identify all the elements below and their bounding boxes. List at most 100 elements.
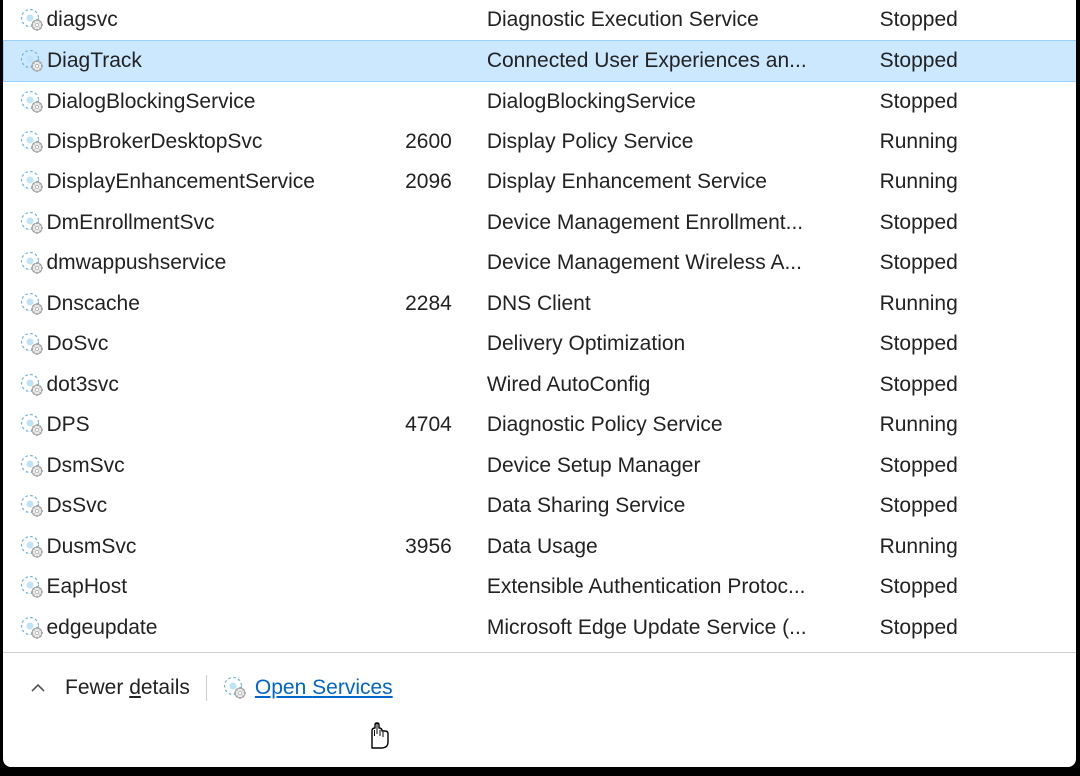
services-table: diagsvcDiagnostic Execution ServiceStopp… xyxy=(3,0,1076,648)
service-description: Delivery Optimization xyxy=(482,324,875,365)
service-pid xyxy=(366,0,482,41)
service-description: Device Management Wireless A... xyxy=(482,243,875,284)
service-name: dmwappushservice xyxy=(47,251,227,275)
table-row[interactable]: DsmSvcDevice Setup ManagerStopped xyxy=(4,446,1077,487)
service-name: edgeupdate xyxy=(47,616,158,640)
service-gear-icon xyxy=(20,373,44,397)
service-gear-icon xyxy=(20,211,44,235)
service-pid: 4704 xyxy=(366,405,482,446)
service-gear-icon xyxy=(223,676,247,700)
task-manager-services-panel: diagsvcDiagnostic Execution ServiceStopp… xyxy=(3,0,1076,767)
service-name: DPS xyxy=(47,413,90,437)
service-status: Stopped xyxy=(875,41,1076,82)
service-gear-icon xyxy=(20,130,44,154)
service-gear-icon xyxy=(20,332,44,356)
service-pid: 2096 xyxy=(366,162,482,203)
text: Open xyxy=(255,676,312,699)
table-row[interactable]: DispBrokerDesktopSvc 2600Display Policy S… xyxy=(4,122,1077,163)
service-name: diagsvc xyxy=(47,8,118,32)
divider xyxy=(206,675,207,701)
service-name-cell: DialogBlockingService xyxy=(4,81,367,122)
service-gear-icon xyxy=(20,49,44,73)
service-gear-icon xyxy=(20,535,44,559)
chevron-up-icon[interactable] xyxy=(27,677,49,699)
table-row[interactable]: dot3svc Wired AutoConfigStopped xyxy=(4,365,1077,406)
service-status: Stopped xyxy=(875,81,1076,122)
service-status: Running xyxy=(875,162,1076,203)
service-name-cell: DoSvc xyxy=(4,324,367,365)
table-row[interactable]: DisplayEnhancementService 2096Display Enh… xyxy=(4,162,1077,203)
table-row[interactable]: DsSvc Data Sharing ServiceStopped xyxy=(4,486,1077,527)
service-status: Running xyxy=(875,527,1076,568)
table-row[interactable]: DPS 4704Diagnostic Policy ServiceRunning xyxy=(4,405,1077,446)
table-row[interactable]: Dnscache 2284DNS ClientRunning xyxy=(4,284,1077,325)
service-name-cell: DiagTrack xyxy=(4,41,367,82)
service-description: Display Policy Service xyxy=(482,122,875,163)
service-name: dot3svc xyxy=(47,373,119,397)
service-status: Stopped xyxy=(875,203,1076,244)
table-row[interactable]: dmwappushservice Device Management Wirele… xyxy=(4,243,1077,284)
service-name-cell: DPS xyxy=(4,405,367,446)
service-name-cell: Dnscache xyxy=(4,284,367,325)
service-status: Stopped xyxy=(875,365,1076,406)
service-status: Stopped xyxy=(875,0,1076,41)
service-name-cell: EapHost xyxy=(4,567,367,608)
service-gear-icon xyxy=(20,454,44,478)
service-gear-icon xyxy=(20,170,44,194)
table-row[interactable]: edgeupdate Microsoft Edge Update Service … xyxy=(4,608,1077,649)
table-row[interactable]: diagsvc Diagnostic Execution ServiceStopp… xyxy=(4,0,1077,41)
service-name: DoSvc xyxy=(47,332,109,356)
fewer-details-button[interactable]: Fewer details xyxy=(65,676,190,700)
service-description: Connected User Experiences an... xyxy=(482,41,875,82)
table-row[interactable]: EapHostExtensible Authentication Protoc.… xyxy=(4,567,1077,608)
service-name-cell: diagsvc xyxy=(4,0,367,41)
service-description: DNS Client xyxy=(482,284,875,325)
service-name: Dnscache xyxy=(47,292,140,316)
service-name: DsmSvc xyxy=(47,454,125,478)
service-pid: 2600 xyxy=(366,122,482,163)
service-name: DiagTrack xyxy=(47,49,142,73)
service-gear-icon xyxy=(20,575,44,599)
service-name: DmEnrollmentSvc xyxy=(47,211,215,235)
table-row[interactable]: DialogBlockingServiceDialogBlockingServi… xyxy=(4,81,1077,122)
service-pid: 2284 xyxy=(366,284,482,325)
service-status: Stopped xyxy=(875,608,1076,649)
service-name: EapHost xyxy=(47,575,128,599)
text: d xyxy=(129,676,141,699)
service-status: Running xyxy=(875,284,1076,325)
service-name-cell: DispBrokerDesktopSvc xyxy=(4,122,367,163)
service-gear-icon xyxy=(20,616,44,640)
service-description: Device Management Enrollment... xyxy=(482,203,875,244)
service-name-cell: DusmSvc xyxy=(4,527,367,568)
service-description: Data Sharing Service xyxy=(482,486,875,527)
footer-bar: Fewer details Open S xyxy=(3,653,1076,701)
service-name: DisplayEnhancementService xyxy=(47,170,315,194)
service-description: Diagnostic Execution Service xyxy=(482,0,875,41)
service-description: Wired AutoConfig xyxy=(482,365,875,406)
table-row[interactable]: DusmSvc3956Data UsageRunning xyxy=(4,527,1077,568)
service-status: Stopped xyxy=(875,567,1076,608)
service-status: Stopped xyxy=(875,446,1076,487)
service-name: DsSvc xyxy=(47,494,108,518)
table-row[interactable]: DoSvcDelivery OptimizationStopped xyxy=(4,324,1077,365)
service-name: DusmSvc xyxy=(47,535,137,559)
service-gear-icon xyxy=(20,8,44,32)
service-description: Diagnostic Policy Service xyxy=(482,405,875,446)
text: Fewer xyxy=(65,676,129,699)
open-services-link[interactable]: Open Services xyxy=(223,676,393,700)
service-description: Display Enhancement Service xyxy=(482,162,875,203)
service-pid xyxy=(366,81,482,122)
service-status: Stopped xyxy=(875,486,1076,527)
service-pid xyxy=(366,365,482,406)
service-pid xyxy=(366,446,482,487)
services-list[interactable]: diagsvcDiagnostic Execution ServiceStopp… xyxy=(3,0,1076,650)
service-description: Microsoft Edge Update Service (... xyxy=(482,608,875,649)
table-row[interactable]: DmEnrollmentSvc Device Management Enrollm… xyxy=(4,203,1077,244)
service-gear-icon xyxy=(20,413,44,437)
service-status: Running xyxy=(875,405,1076,446)
service-pid xyxy=(366,41,482,82)
service-pid xyxy=(366,324,482,365)
table-row[interactable]: DiagTrack Connected User Experiences an..… xyxy=(4,41,1077,82)
service-name: DispBrokerDesktopSvc xyxy=(47,130,263,154)
service-pid xyxy=(366,203,482,244)
